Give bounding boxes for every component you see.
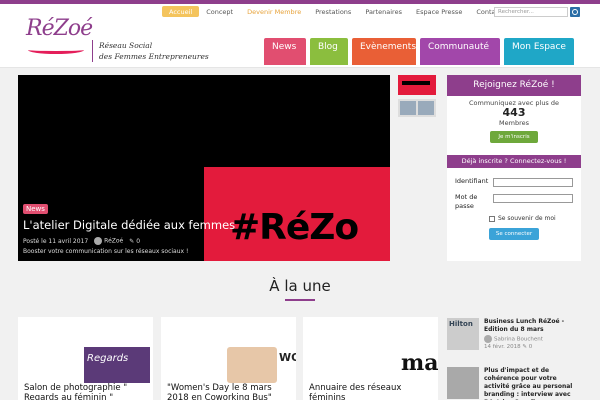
topnav-partenaires[interactable]: Partenaires <box>358 6 409 17</box>
hero-hashtag: #RéZo <box>230 207 359 248</box>
mainnav-communaute[interactable]: Communauté <box>420 38 500 65</box>
card-poster-text: Regards <box>87 353 129 364</box>
card-image-text: marie <box>401 350 438 376</box>
comment-icon: ✎ <box>522 344 527 350</box>
news-item[interactable]: Hilton Business Lunch RéZoé - Edition du… <box>447 318 587 354</box>
hero-author-name: RéZoé <box>104 237 124 245</box>
topnav-concept[interactable]: Concept <box>199 6 240 17</box>
remember-label: Se souvenir de moi <box>498 215 556 222</box>
news-date: 14 févr. 2018 <box>484 344 521 350</box>
featured-card[interactable]: marie Annuaire des réseaux féminins <box>303 317 438 400</box>
login-title: Déjà inscrite ? Connectez-vous ! <box>447 155 581 168</box>
featured-card[interactable]: WO "Women's Day le 8 mars 2018 en Cowork… <box>161 317 296 400</box>
topnav-accueil[interactable]: Accueil <box>162 6 200 17</box>
slider-thumbnails <box>398 75 440 117</box>
news-item[interactable]: Plus d'impact et de cohérence pour votre… <box>447 367 587 400</box>
card-image-text: WO <box>279 351 296 364</box>
topnav-prestations[interactable]: Prestations <box>308 6 358 17</box>
remember-me[interactable]: Se souvenir de moi <box>489 215 556 222</box>
mainnav-mon-espace[interactable]: Mon Espace <box>504 38 574 65</box>
member-count: 443 <box>502 106 526 119</box>
tagline-line2: des Femmes Entrepreneures <box>99 52 209 61</box>
mainnav-news[interactable]: News <box>264 38 306 65</box>
hero-meta: Posté le 11 avril 2017 RéZoé ✎ 0 <box>23 237 140 245</box>
signup-button[interactable]: Je m'inscris <box>490 131 538 143</box>
news-thumbnail[interactable] <box>447 367 479 399</box>
username-label: Identifiant <box>455 177 489 185</box>
hero-description: Booster votre communication sur les rése… <box>23 248 189 255</box>
news-author[interactable]: Sabrina Bouchent <box>484 335 543 343</box>
search-input[interactable]: Rechercher... <box>494 7 568 17</box>
topnav-devenir-membre[interactable]: Devenir Membre <box>240 6 308 17</box>
card-caption[interactable]: Annuaire des réseaux féminins <box>309 383 435 400</box>
login-card: Déjà inscrite ? Connectez-vous ! Identif… <box>447 155 581 261</box>
news-title[interactable]: Business Lunch RéZoé - Edition du 8 mars <box>484 318 584 334</box>
mainnav-evenements[interactable]: Evènements <box>352 38 416 65</box>
tagline-line1: Réseau Social <box>99 41 153 50</box>
logo[interactable]: RéZoé <box>26 12 93 56</box>
password-field[interactable] <box>493 194 573 203</box>
news-title[interactable]: Plus d'impact et de cohérence pour votre… <box>484 367 584 400</box>
featured-card[interactable]: Regards Salon de photographie " Regards … <box>18 317 153 400</box>
join-body: Communiquez avec plus de 443 Membres Je … <box>447 96 581 156</box>
password-label-1: Mot de <box>455 193 478 201</box>
topnav-espace-presse[interactable]: Espace Presse <box>409 6 469 17</box>
members-label: Membres <box>499 119 529 127</box>
join-card: Rejoignez RéZoé ! Communiquez avec plus … <box>447 75 581 156</box>
card-image: Regards <box>18 317 153 383</box>
hero-posted-date: Posté le 11 avril 2017 <box>23 237 89 245</box>
login-button[interactable]: Se connecter <box>489 228 539 240</box>
tagline: Réseau Social des Femmes Entrepreneures <box>92 40 232 62</box>
slider-thumbnail[interactable] <box>398 99 436 117</box>
news-comment-count: 0 <box>528 344 533 350</box>
logo-swoosh <box>28 46 84 54</box>
hero-category-badge[interactable]: News <box>23 204 48 214</box>
main-navigation: News Blog Evènements Communauté Mon Espa… <box>264 38 574 65</box>
section-underline <box>285 299 315 301</box>
header: RéZoé Réseau Social des Femmes Entrepren… <box>0 4 600 68</box>
mainnav-blog[interactable]: Blog <box>310 38 348 65</box>
section-title: À la une <box>269 277 331 295</box>
thumb-fragment <box>418 101 434 115</box>
card-image: WO <box>161 317 296 383</box>
news-author-name: Sabrina Bouchent <box>494 336 543 343</box>
news-thumbnail-text: Hilton <box>449 320 473 328</box>
card-poster: Regards <box>84 347 150 383</box>
card-image: marie <box>303 317 438 383</box>
join-title: Rejoignez RéZoé ! <box>447 75 581 96</box>
logo-text: RéZoé <box>26 16 93 41</box>
top-navigation: Accueil Concept Devenir Membre Prestatio… <box>162 6 509 17</box>
card-caption[interactable]: Salon de photographie " Regards au fémin… <box>24 383 150 400</box>
news-meta: 14 févr. 2018 ✎ 0 <box>484 344 532 350</box>
thumb-fragment <box>400 101 416 115</box>
card-photo <box>227 347 277 383</box>
slider-thumbnail[interactable] <box>398 75 436 95</box>
hero-title[interactable]: L'atelier Digitale dédiée aux femmes <box>23 218 235 232</box>
hero-comments[interactable]: ✎ 0 <box>129 238 140 245</box>
avatar <box>484 335 492 343</box>
hero-slider[interactable]: #RéZo News L'atelier Digitale dédiée aux… <box>18 75 390 261</box>
remember-checkbox[interactable] <box>489 215 495 222</box>
card-caption[interactable]: "Women's Day le 8 mars 2018 en Coworking… <box>167 383 293 400</box>
search-icon[interactable] <box>570 7 580 17</box>
hero-author[interactable]: RéZoé <box>94 237 123 245</box>
news-thumbnail[interactable]: Hilton <box>447 318 479 350</box>
avatar <box>94 237 103 245</box>
password-label-2: passe <box>455 202 474 210</box>
hero-comment-count: 0 <box>136 237 141 245</box>
username-field[interactable] <box>493 178 573 187</box>
